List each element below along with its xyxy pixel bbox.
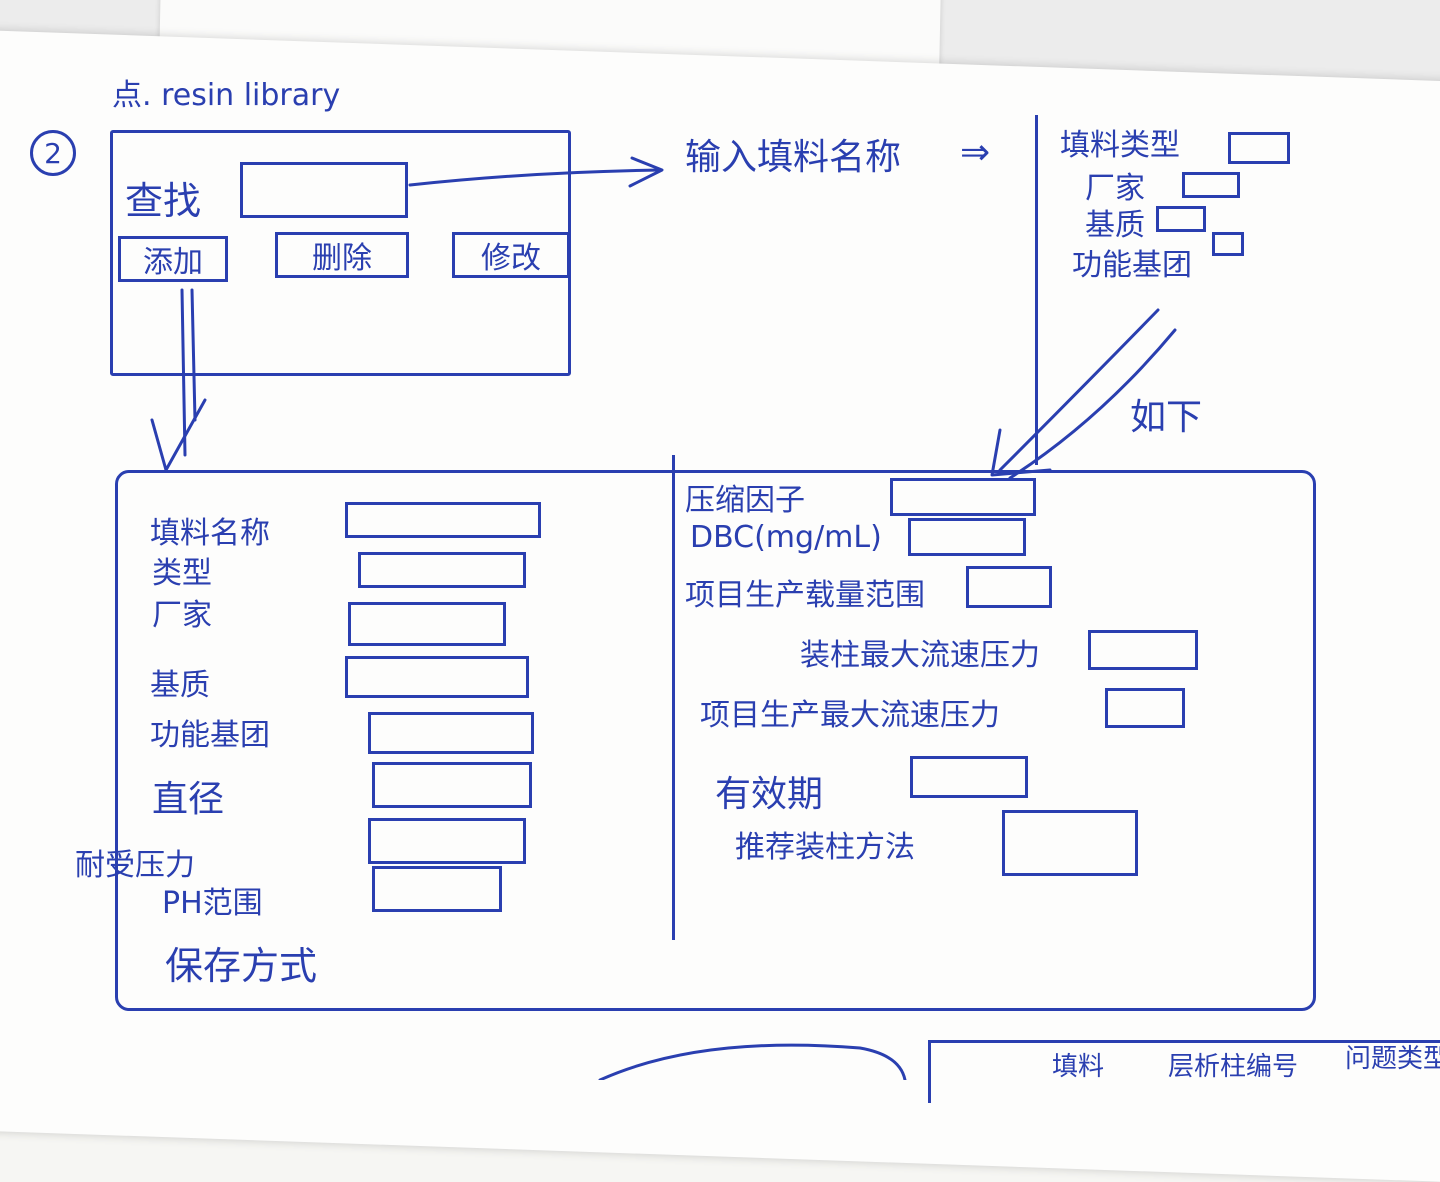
arrow-to-form-1 bbox=[998, 308, 1160, 472]
arrow-down-shaft-2 bbox=[190, 288, 197, 422]
bottom-arc bbox=[598, 1043, 907, 1080]
arrow-down-head bbox=[150, 398, 207, 472]
arrow-to-input-hint bbox=[408, 168, 662, 187]
arrow-to-form-2 bbox=[1008, 328, 1177, 480]
arrow-head-input-hint bbox=[628, 156, 664, 188]
flow-arrows bbox=[150, 156, 1177, 1080]
arrow-down-shaft-1 bbox=[180, 288, 187, 457]
